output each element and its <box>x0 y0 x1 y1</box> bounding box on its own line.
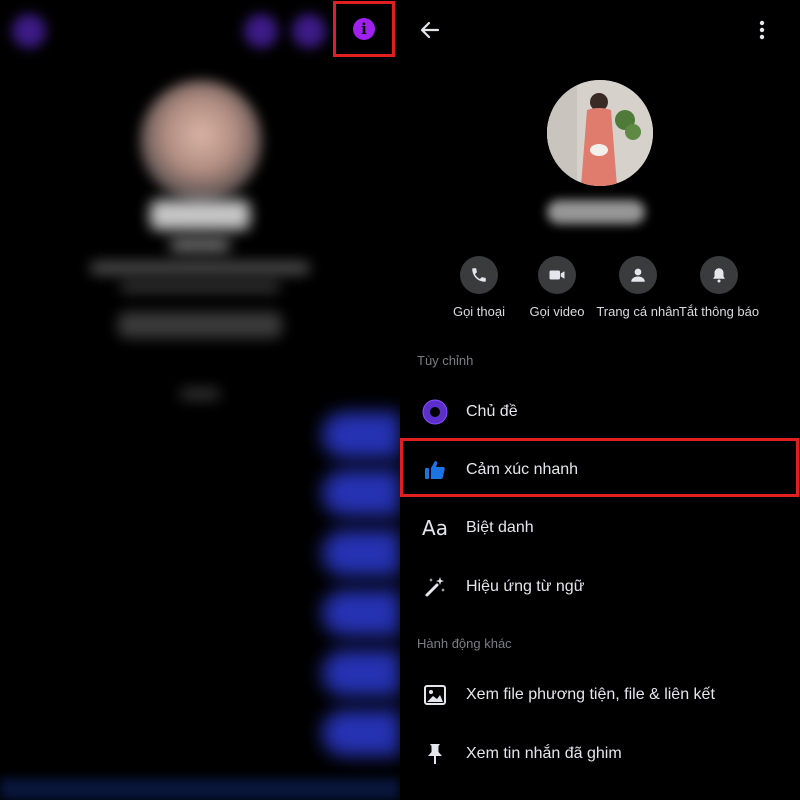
menu-item-theme-label: Chủ đề <box>466 403 518 420</box>
voice-call-label: Gọi thoại <box>452 304 506 319</box>
blurred-timestamp <box>180 388 220 400</box>
profile-button[interactable]: Trang cá nhân <box>593 256 683 319</box>
section-header-customize: Tùy chỉnh <box>417 353 474 368</box>
blurred-info-line <box>120 282 280 292</box>
blurred-subtitle <box>170 238 230 252</box>
bell-icon <box>700 256 738 294</box>
blurred-profile-button <box>118 312 282 338</box>
video-call-label: Gọi video <box>529 304 585 319</box>
video-call-button[interactable]: Gọi video <box>512 256 602 319</box>
blurred-video-icon <box>292 14 326 48</box>
menu-item-word-effects[interactable]: Hiệu ứng từ ngữ <box>400 559 800 615</box>
magic-wand-icon <box>420 572 450 602</box>
blurred-message-bubble <box>322 470 400 516</box>
blurred-message-bubble <box>322 590 400 636</box>
contact-avatar[interactable] <box>547 80 653 186</box>
menu-item-view-media[interactable]: Xem file phương tiện, file & liên kết <box>400 667 800 723</box>
menu-item-pinned-messages[interactable]: Xem tin nhắn đã ghim <box>400 726 800 782</box>
blurred-message-bubble <box>322 530 400 576</box>
conversation-details-screen: Gọi thoại Gọi video Trang cá nhân Tắt th… <box>400 0 800 800</box>
back-arrow-icon[interactable] <box>416 16 444 44</box>
more-options-icon[interactable] <box>752 16 772 44</box>
text-aa-icon: Aa <box>420 513 450 543</box>
blurred-contact-name <box>150 200 250 230</box>
profile-label: Trang cá nhân <box>596 304 680 319</box>
mute-notifications-label: Tắt thông báo <box>678 304 760 319</box>
quick-actions-bar: Gọi thoại Gọi video Trang cá nhân Tắt th… <box>400 256 800 326</box>
text-aa-glyph: Aa <box>422 516 448 540</box>
blurred-call-icon <box>244 14 278 48</box>
phone-icon <box>460 256 498 294</box>
info-icon[interactable]: i <box>353 18 375 40</box>
pin-icon <box>420 739 450 769</box>
menu-item-pinned-messages-label: Xem tin nhắn đã ghim <box>466 745 622 762</box>
blurred-composer-bar <box>0 778 400 800</box>
blurred-back-icon <box>12 14 46 48</box>
menu-item-quick-reaction[interactable]: Cảm xúc nhanh <box>400 442 800 498</box>
blurred-info-line <box>90 262 310 274</box>
menu-item-word-effects-label: Hiệu ứng từ ngữ <box>466 578 585 595</box>
section-header-other-actions: Hành động khác <box>417 636 512 651</box>
menu-item-theme[interactable]: Chủ đề <box>400 384 800 440</box>
blurred-message-bubble <box>322 650 400 696</box>
thumbs-up-icon <box>420 455 450 485</box>
menu-item-nickname-label: Biệt danh <box>466 519 534 536</box>
menu-item-quick-reaction-label: Cảm xúc nhanh <box>466 461 579 478</box>
blurred-avatar <box>140 80 262 202</box>
theme-icon <box>420 397 450 427</box>
profile-icon <box>619 256 657 294</box>
blurred-chat-screen: i <box>0 0 400 800</box>
image-icon <box>420 680 450 710</box>
voice-call-button[interactable]: Gọi thoại <box>434 256 524 319</box>
video-camera-icon <box>538 256 576 294</box>
blurred-message-bubble <box>322 710 400 756</box>
blurred-message-bubble <box>322 412 400 458</box>
contact-name-blurred <box>547 200 645 224</box>
menu-item-view-media-label: Xem file phương tiện, file & liên kết <box>466 686 715 703</box>
menu-item-nickname[interactable]: Aa Biệt danh <box>400 500 800 556</box>
info-button-highlight: i <box>333 1 395 57</box>
mute-notifications-button[interactable]: Tắt thông báo <box>674 256 764 319</box>
